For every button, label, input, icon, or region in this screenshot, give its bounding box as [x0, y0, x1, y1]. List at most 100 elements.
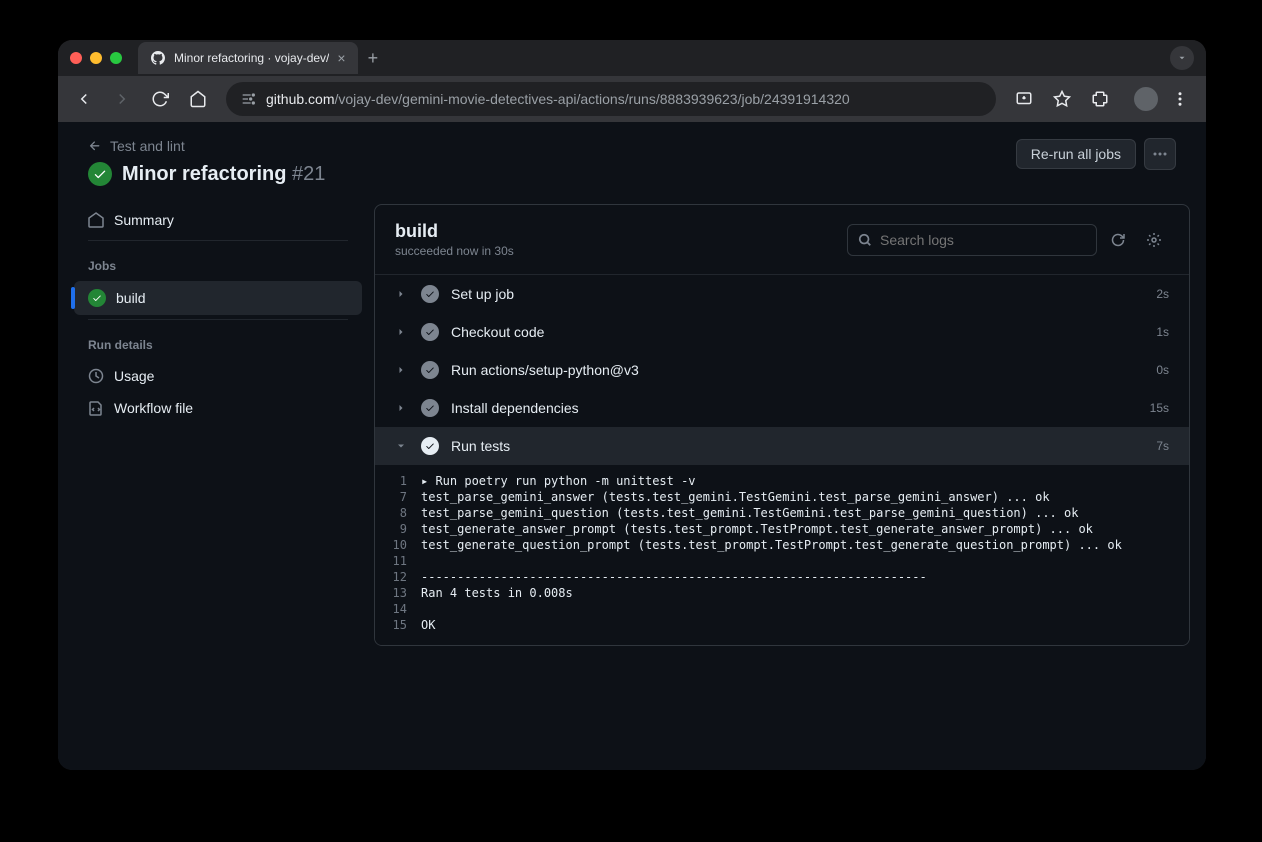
log-line-text: ▸ Run poetry run python -m unittest -v: [421, 474, 1189, 488]
workflow-back-link[interactable]: Test and lint: [88, 138, 1016, 154]
job-title: build: [395, 221, 847, 242]
log-line-text: Ran 4 tests in 0.008s: [421, 586, 1189, 600]
step-status-success-icon: [421, 285, 439, 303]
chevron-right-icon: [395, 402, 409, 414]
step-name: Install dependencies: [451, 400, 1138, 416]
browser-tab-bar: Minor refactoring · vojay-dev/ × +: [58, 40, 1206, 76]
back-button[interactable]: [68, 83, 100, 115]
log-line: 11: [375, 553, 1189, 569]
chevron-right-icon: [395, 288, 409, 300]
browser-tab[interactable]: Minor refactoring · vojay-dev/ ×: [138, 42, 358, 74]
log-line: 15OK: [375, 617, 1189, 633]
site-info-icon[interactable]: [240, 91, 256, 107]
step-status-success-icon: [421, 437, 439, 455]
sidebar-item-label: Usage: [114, 368, 154, 384]
step-duration: 7s: [1156, 439, 1169, 453]
job-settings-button[interactable]: [1139, 225, 1169, 255]
chevron-down-icon: [395, 440, 409, 452]
step-name: Run actions/setup-python@v3: [451, 362, 1144, 378]
sidebar-run-details-heading: Run details: [74, 324, 362, 360]
log-line-text: [421, 554, 1189, 568]
extensions-button[interactable]: [1084, 83, 1116, 115]
new-tab-button[interactable]: +: [368, 48, 379, 69]
refresh-logs-button[interactable]: [1103, 225, 1133, 255]
step-row[interactable]: Run actions/setup-python@v3 0s: [375, 351, 1189, 389]
step-name: Checkout code: [451, 324, 1144, 340]
page-content: Test and lint Minor refactoring #21 Re-r…: [58, 122, 1206, 770]
home-button[interactable]: [182, 83, 214, 115]
window-maximize[interactable]: [110, 52, 122, 64]
log-line-text: ----------------------------------------…: [421, 570, 1189, 584]
browser-menu-button[interactable]: [1164, 83, 1196, 115]
log-line-text: test_generate_answer_prompt (tests.test_…: [421, 522, 1189, 536]
url-text: github.com/vojay-dev/gemini-movie-detect…: [266, 91, 850, 107]
step-duration: 15s: [1150, 401, 1169, 415]
sidebar-item-label: build: [116, 290, 146, 306]
log-line: 7test_parse_gemini_answer (tests.test_ge…: [375, 489, 1189, 505]
step-row[interactable]: Install dependencies 15s: [375, 389, 1189, 427]
step-duration: 1s: [1156, 325, 1169, 339]
window-close[interactable]: [70, 52, 82, 64]
github-favicon-icon: [150, 50, 166, 66]
step-row[interactable]: Run tests 7s: [375, 427, 1189, 465]
step-status-success-icon: [421, 323, 439, 341]
search-logs-input[interactable]: [847, 224, 1097, 256]
log-line-number: 15: [375, 618, 421, 632]
step-status-success-icon: [421, 361, 439, 379]
more-actions-button[interactable]: [1144, 138, 1176, 170]
log-line-number: 8: [375, 506, 421, 520]
log-line-number: 13: [375, 586, 421, 600]
search-logs-field[interactable]: [880, 232, 1086, 248]
run-status-success-icon: [88, 162, 112, 186]
sidebar-job-build[interactable]: build: [74, 281, 362, 315]
log-line: 13Ran 4 tests in 0.008s: [375, 585, 1189, 601]
step-name: Set up job: [451, 286, 1144, 302]
address-bar[interactable]: github.com/vojay-dev/gemini-movie-detect…: [226, 82, 996, 116]
job-status-success-icon: [88, 289, 106, 307]
sidebar-workflow-file[interactable]: Workflow file: [74, 392, 362, 424]
log-line: 12--------------------------------------…: [375, 569, 1189, 585]
log-line-text: test_parse_gemini_question (tests.test_g…: [421, 506, 1189, 520]
log-line: 1▸ Run poetry run python -m unittest -v: [375, 473, 1189, 489]
search-icon: [858, 233, 872, 247]
log-line-text: test_parse_gemini_answer (tests.test_gem…: [421, 490, 1189, 504]
install-app-button[interactable]: [1008, 83, 1040, 115]
step-duration: 0s: [1156, 363, 1169, 377]
sidebar: Summary Jobs build Run details Usage: [74, 204, 374, 646]
step-status-success-icon: [421, 399, 439, 417]
tab-close-icon[interactable]: ×: [337, 50, 345, 66]
log-line-number: 10: [375, 538, 421, 552]
sidebar-item-label: Workflow file: [114, 400, 193, 416]
log-line-number: 1: [375, 474, 421, 488]
chevron-right-icon: [395, 326, 409, 338]
rerun-all-jobs-button[interactable]: Re-run all jobs: [1016, 139, 1136, 169]
job-panel: build succeeded now in 30s Set up job2sC…: [374, 204, 1190, 646]
log-line: 9test_generate_answer_prompt (tests.test…: [375, 521, 1189, 537]
sidebar-usage[interactable]: Usage: [74, 360, 362, 392]
log-line: 14: [375, 601, 1189, 617]
chevron-right-icon: [395, 364, 409, 376]
log-line-text: [421, 602, 1189, 616]
window-controls: [70, 52, 122, 64]
profile-avatar[interactable]: [1134, 87, 1158, 111]
log-line-text: OK: [421, 618, 1189, 632]
tabs-dropdown-button[interactable]: [1170, 46, 1194, 70]
log-line-number: 12: [375, 570, 421, 584]
step-row[interactable]: Checkout code 1s: [375, 313, 1189, 351]
window-minimize[interactable]: [90, 52, 102, 64]
back-link-label: Test and lint: [110, 138, 185, 154]
tab-title: Minor refactoring · vojay-dev/: [174, 51, 329, 65]
sidebar-item-label: Summary: [114, 212, 174, 228]
forward-button[interactable]: [106, 83, 138, 115]
log-line-number: 11: [375, 554, 421, 568]
step-duration: 2s: [1156, 287, 1169, 301]
reload-button[interactable]: [144, 83, 176, 115]
log-line-number: 14: [375, 602, 421, 616]
step-row[interactable]: Set up job 2s: [375, 275, 1189, 313]
browser-toolbar: github.com/vojay-dev/gemini-movie-detect…: [58, 76, 1206, 122]
sidebar-summary[interactable]: Summary: [74, 204, 362, 236]
log-line-number: 7: [375, 490, 421, 504]
step-name: Run tests: [451, 438, 1144, 454]
bookmark-button[interactable]: [1046, 83, 1078, 115]
log-line: 8test_parse_gemini_question (tests.test_…: [375, 505, 1189, 521]
